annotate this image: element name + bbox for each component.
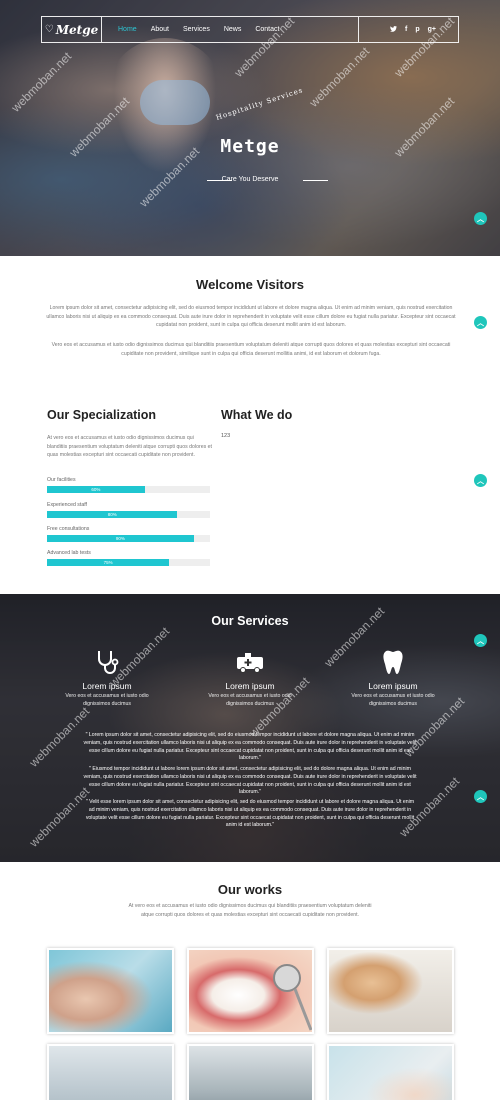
scroll-up-button[interactable]: ︿: [474, 634, 487, 647]
bar-label: Experienced staff: [47, 502, 87, 508]
works-text: At vero eos et accusamus et iusto odio d…: [128, 903, 372, 918]
services-section: Our Services Lorem ipsum Vero eos et acc…: [0, 594, 500, 862]
service-name: Lorem ipsum: [368, 681, 418, 691]
nav-about[interactable]: About: [151, 26, 169, 33]
hero-title: Metge: [220, 136, 280, 157]
hero-divider-right: [303, 180, 328, 181]
logo-icon: ♡: [44, 24, 54, 35]
chevron-up-icon: ︿: [477, 215, 484, 223]
work-image-operating-room[interactable]: [187, 1044, 314, 1100]
service-desc: Vero eos et accusamus et iusto odio dign…: [65, 693, 149, 707]
welcome-paragraph-2: Vero eos et accusamus et iusto odio dign…: [51, 342, 451, 357]
what-we-do-text: 123: [221, 433, 231, 439]
facebook-icon[interactable]: f: [405, 26, 407, 33]
work-image-dental-tools[interactable]: [327, 1044, 454, 1100]
work-image-dental-exam[interactable]: [47, 948, 174, 1034]
testimonial-quote: " Eiusmod tempor incididunt ut labore lo…: [83, 766, 417, 796]
progress-fill: 75%: [47, 559, 170, 566]
scroll-up-button[interactable]: ︿: [474, 316, 487, 329]
logo[interactable]: ♡ Metge: [42, 17, 102, 42]
logo-text: Metge: [55, 22, 99, 37]
progress-fill: 60%: [47, 486, 145, 493]
chevron-up-icon: ︿: [477, 793, 484, 801]
progress-fill: 90%: [47, 535, 194, 542]
chevron-up-icon: ︿: [477, 319, 484, 327]
stethoscope-icon: [52, 649, 162, 675]
nav-links: Home About Services News Contact: [118, 26, 279, 33]
welcome-paragraph-1: Lorem ipsum dolor sit amet, consectetur …: [46, 305, 456, 328]
progress-bar: 60%: [47, 486, 210, 493]
service-item: Lorem ipsum Vero eos et accusamus et ius…: [52, 649, 162, 708]
welcome-title: Welcome Visitors: [196, 277, 304, 292]
scroll-up-button[interactable]: ︿: [474, 474, 487, 487]
specialization-title: Our Specialization: [47, 408, 157, 422]
bar-label: Advanced lab tests: [47, 550, 91, 556]
nav-news[interactable]: News: [224, 26, 242, 33]
scroll-up-button[interactable]: ︿: [474, 212, 487, 225]
service-item: Lorem ipsum Vero eos et accusamus et ius…: [195, 649, 305, 708]
nav-services[interactable]: Services: [183, 26, 210, 33]
progress-bar: 80%: [47, 511, 210, 518]
navbar: ♡ Metge Home About Services News Contact…: [41, 16, 459, 43]
testimonial-quote: " Lorem ipsum dolor sit amet, consectetu…: [83, 732, 417, 762]
ambulance-icon: [195, 649, 305, 675]
work-image-lab[interactable]: [327, 948, 454, 1034]
chevron-up-icon: ︿: [477, 477, 484, 485]
surgical-mask-image: [140, 80, 210, 125]
work-image-smile[interactable]: [187, 948, 314, 1034]
social-links: f p g+: [358, 17, 458, 42]
google-plus-icon[interactable]: g+: [428, 26, 436, 33]
service-name: Lorem ipsum: [225, 681, 275, 691]
bar-label: Free consultations: [47, 526, 90, 532]
service-item: Lorem ipsum Vero eos et accusamus et ius…: [338, 649, 448, 708]
specialization-text: At vero eos et accusamus et iusto odio d…: [47, 435, 212, 458]
service-name: Lorem ipsum: [82, 681, 132, 691]
services-title: Our Services: [211, 614, 289, 628]
progress-bar: 90%: [47, 535, 210, 542]
bar-label: Our facilities: [47, 477, 76, 483]
service-desc: Vero eos et accusamus et iusto odio dign…: [208, 693, 292, 707]
chevron-up-icon: ︿: [477, 637, 484, 645]
nav-home[interactable]: Home: [118, 26, 137, 33]
progress-bar: 75%: [47, 559, 210, 566]
hero-banner: ♡ Metge Home About Services News Contact…: [0, 0, 500, 256]
service-desc: Vero eos et accusamus et iusto odio dign…: [351, 693, 435, 707]
pinterest-icon[interactable]: p: [415, 26, 419, 33]
scroll-up-button[interactable]: ︿: [474, 790, 487, 803]
works-title: Our works: [217, 882, 283, 897]
progress-fill: 80%: [47, 511, 178, 518]
what-we-do-title: What We do: [221, 408, 293, 422]
hero-arc-text: Hospitality Services: [214, 86, 305, 122]
nav-contact[interactable]: Contact: [255, 26, 279, 33]
twitter-icon[interactable]: [390, 25, 397, 34]
testimonial-quote: " Velit esse lorem ipsum dolor sit amet,…: [85, 799, 415, 829]
work-image-clinic[interactable]: [47, 1044, 174, 1100]
hero-tagline: Care You Deserve: [221, 176, 279, 183]
tooth-icon: [338, 649, 448, 675]
dental-mirror-icon: [273, 964, 312, 1031]
